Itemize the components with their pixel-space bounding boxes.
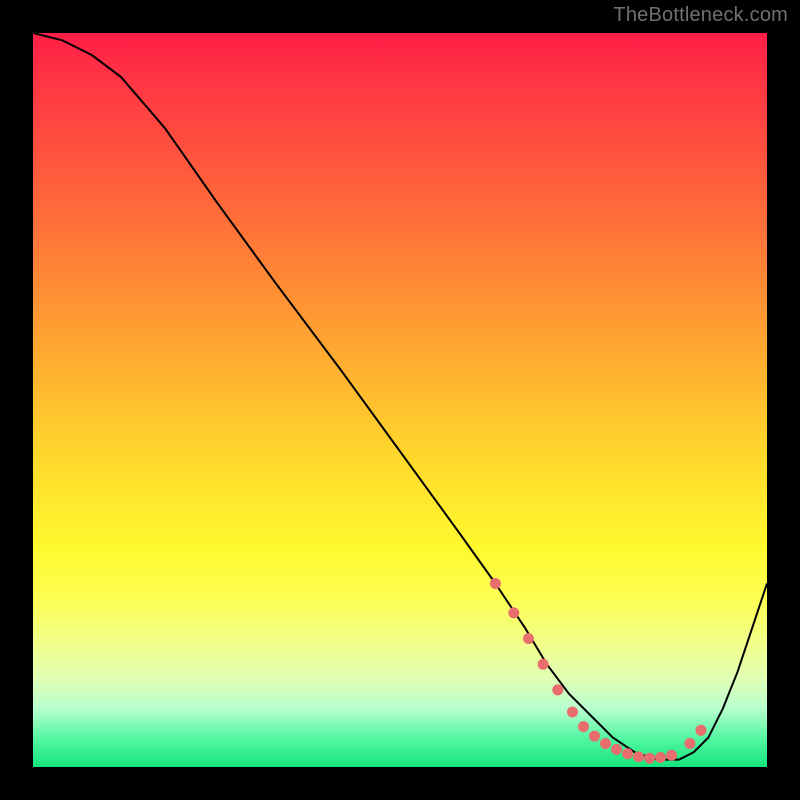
marker-dot: [633, 751, 644, 762]
marker-dot: [578, 721, 589, 732]
marker-dot: [695, 725, 706, 736]
curve-line: [33, 33, 767, 760]
plot-area: [33, 33, 767, 767]
marker-dot: [490, 578, 501, 589]
marker-dot: [622, 748, 633, 759]
marker-dot: [538, 659, 549, 670]
chart-svg: [33, 33, 767, 767]
marker-dot: [684, 738, 695, 749]
chart-frame: TheBottleneck.com: [0, 0, 800, 800]
marker-dot: [666, 750, 677, 761]
marker-dot: [567, 706, 578, 717]
marker-dot: [655, 752, 666, 763]
marker-dot: [600, 738, 611, 749]
marker-dot: [552, 684, 563, 695]
dotted-segment: [490, 578, 707, 764]
marker-dot: [523, 633, 534, 644]
marker-dot: [611, 744, 622, 755]
marker-dot: [589, 731, 600, 742]
watermark-text: TheBottleneck.com: [613, 4, 788, 27]
marker-dot: [508, 607, 519, 618]
marker-dot: [644, 753, 655, 764]
